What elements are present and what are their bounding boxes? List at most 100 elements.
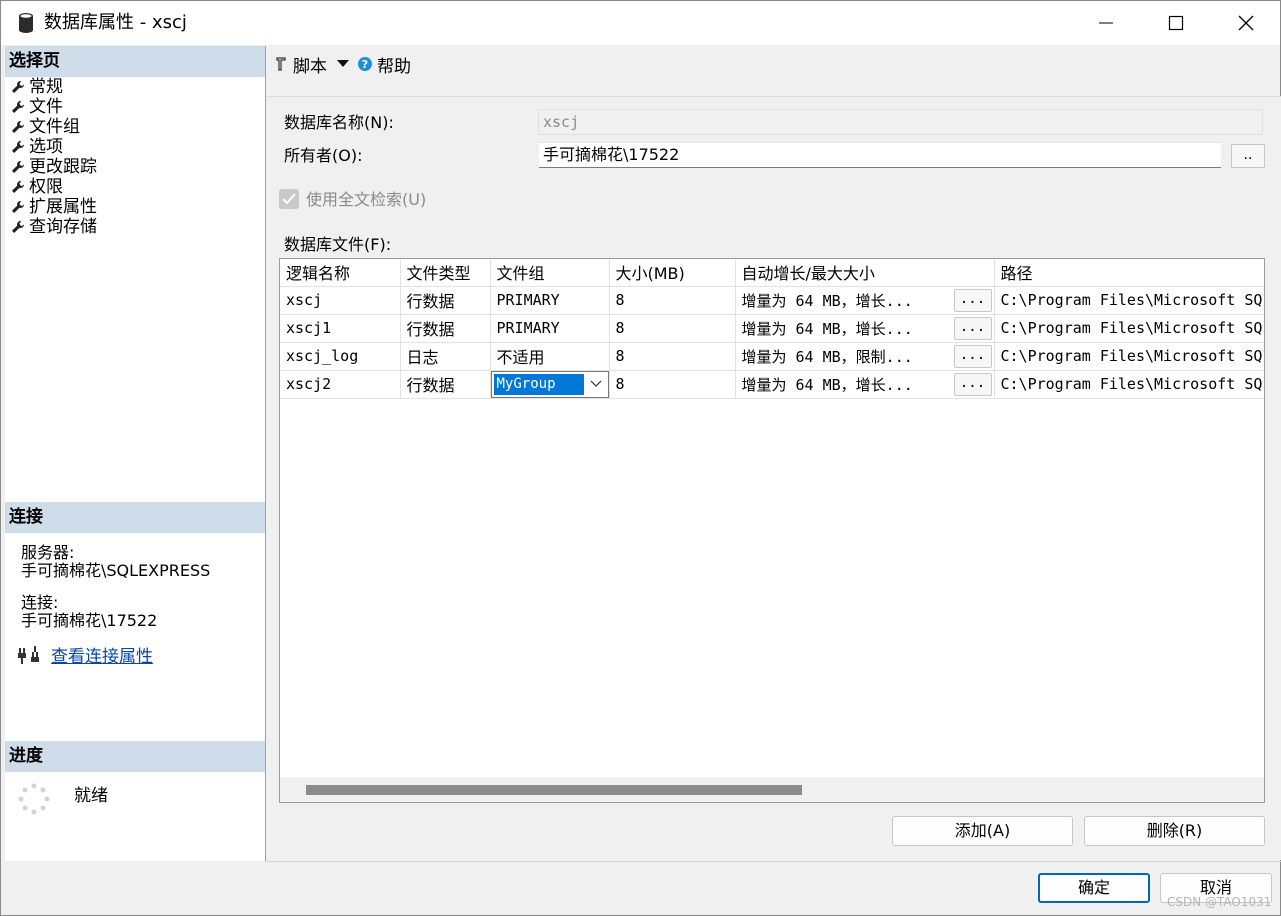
cell-logical-name[interactable]: xscj — [280, 286, 401, 315]
cell-filegroup[interactable]: PRIMARY — [490, 286, 610, 315]
cell-autogrowth: 增量为 64 MB，增长...... — [735, 370, 995, 399]
fulltext-label: 使用全文检索(U) — [306, 190, 427, 209]
wrench-icon — [12, 221, 24, 233]
cell-path[interactable]: C:\Program Files\Microsoft SQ — [994, 286, 1264, 315]
column-header-size[interactable]: 大小(MB) — [609, 259, 736, 287]
cell-path[interactable]: C:\Program Files\Microsoft SQ — [994, 342, 1264, 371]
owner-browse-button[interactable]: .. — [1231, 144, 1265, 168]
connection-info: 连接: 手可摘棉花\17522 — [21, 594, 157, 630]
page-item-filegroups[interactable]: 文件组 — [5, 117, 265, 137]
page-item-change-tracking[interactable]: 更改跟踪 — [5, 157, 265, 177]
column-header-logical-name[interactable]: 逻辑名称 — [280, 259, 401, 287]
cell-size[interactable]: 8 — [609, 342, 736, 371]
table-row[interactable]: xscj1 行数据 PRIMARY 8 增量为 64 MB，增长...... C… — [280, 314, 1264, 343]
cell-logical-name[interactable]: xscj2 — [280, 370, 401, 399]
page-item-label: 常规 — [29, 77, 63, 97]
cell-autogrowth: 增量为 64 MB，限制...... — [735, 342, 995, 371]
help-button[interactable]: ? 帮助 — [357, 52, 411, 77]
wrench-icon — [12, 181, 24, 193]
cell-filegroup[interactable]: PRIMARY — [490, 314, 610, 343]
cell-path[interactable]: C:\Program Files\Microsoft SQ — [994, 314, 1264, 343]
close-button[interactable] — [1211, 1, 1281, 45]
wrench-icon — [12, 121, 24, 133]
autogrowth-edit-button[interactable]: ... — [953, 344, 992, 368]
wrench-icon — [12, 201, 24, 213]
cell-size[interactable]: 8 — [609, 370, 736, 399]
script-label: 脚本 — [293, 56, 327, 77]
wrench-icon — [12, 81, 24, 93]
script-button[interactable]: 脚本 — [273, 52, 349, 77]
maximize-button[interactable] — [1141, 1, 1211, 45]
filegroup-selected-value: MyGroup — [493, 373, 584, 395]
page-item-label: 查询存储 — [29, 217, 97, 237]
cell-size[interactable]: 8 — [609, 314, 736, 343]
help-label: 帮助 — [377, 56, 411, 77]
filegroup-dropdown[interactable]: MyGroup — [490, 370, 608, 397]
cell-file-type: 日志 — [400, 342, 491, 371]
scrollbar-thumb[interactable] — [306, 785, 802, 795]
maximize-icon — [1168, 15, 1184, 31]
title-bar: 数据库属性 - xscj — [1, 1, 1280, 45]
ok-button[interactable]: 确定 — [1038, 873, 1150, 903]
view-connection-properties-link[interactable]: 查看连接属性 — [51, 642, 153, 667]
cell-logical-name[interactable]: xscj_log — [280, 342, 401, 371]
left-pane: 选择页 常规 文件 文件组 选项 更改跟踪 权限 扩展属性 查询存储 连接 服务… — [5, 46, 265, 861]
chevron-down-icon — [590, 380, 601, 387]
page-list: 常规 文件 文件组 选项 更改跟踪 权限 扩展属性 查询存储 — [5, 77, 265, 237]
minimize-icon — [1099, 22, 1113, 24]
cell-file-type: 行数据 — [400, 370, 491, 399]
cell-size[interactable]: 8 — [609, 286, 736, 315]
cell-logical-name[interactable]: xscj1 — [280, 314, 401, 343]
autogrowth-edit-button[interactable]: ... — [953, 288, 992, 312]
horizontal-scrollbar[interactable] — [280, 777, 1264, 802]
minimize-button[interactable] — [1071, 1, 1141, 45]
close-icon — [1238, 15, 1254, 31]
connection-value: 手可摘棉花\17522 — [21, 611, 158, 630]
help-icon: ? — [358, 57, 372, 71]
cell-autogrowth: 增量为 64 MB，增长...... — [735, 286, 995, 315]
autogrowth-text: 增量为 64 MB，增长... — [741, 319, 913, 338]
table-row[interactable]: xscj_log 日志 不适用 8 增量为 64 MB，限制...... C:\… — [280, 342, 1264, 371]
owner-input[interactable]: 手可摘棉花\17522 — [539, 142, 1221, 168]
checkmark-icon — [282, 193, 296, 205]
remove-button[interactable]: 删除(R) — [1084, 816, 1265, 846]
progress-header: 进度 — [5, 741, 265, 772]
dropdown-arrow-icon — [337, 60, 349, 67]
db-name-label: 数据库名称(N): — [284, 113, 394, 132]
footer-divider — [266, 861, 1281, 862]
page-item-label: 选项 — [29, 137, 63, 157]
select-page-header: 选择页 — [5, 46, 265, 77]
connection-plug-icon — [18, 645, 39, 664]
table-row[interactable]: xscj2 行数据 MyGroup 8 增量为 64 MB，增长...... C… — [280, 370, 1264, 399]
autogrowth-text: 增量为 64 MB，限制... — [741, 347, 913, 366]
column-header-path[interactable]: 路径 — [994, 259, 1264, 287]
database-files-grid[interactable]: 逻辑名称 文件类型 文件组 大小(MB) 自动增长/最大大小 路径 xscj 行… — [279, 258, 1265, 803]
fulltext-checkbox[interactable] — [279, 189, 299, 209]
page-item-extended-properties[interactable]: 扩展属性 — [5, 197, 265, 217]
page-item-permissions[interactable]: 权限 — [5, 177, 265, 197]
table-row[interactable]: xscj 行数据 PRIMARY 8 增量为 64 MB，增长...... C:… — [280, 286, 1264, 315]
autogrowth-edit-button[interactable]: ... — [953, 372, 992, 396]
column-header-autogrowth[interactable]: 自动增长/最大大小 — [735, 259, 995, 287]
window-title: 数据库属性 - xscj — [44, 12, 187, 33]
table-header-row: 逻辑名称 文件类型 文件组 大小(MB) 自动增长/最大大小 路径 — [280, 259, 1264, 287]
db-files-label: 数据库文件(F): — [284, 235, 392, 254]
page-item-query-store[interactable]: 查询存储 — [5, 217, 265, 237]
cell-file-type: 行数据 — [400, 314, 491, 343]
autogrowth-edit-button[interactable]: ... — [953, 316, 992, 340]
page-item-general[interactable]: 常规 — [5, 77, 265, 97]
add-button[interactable]: 添加(A) — [892, 816, 1073, 846]
cell-path[interactable]: C:\Program Files\Microsoft SQ — [994, 370, 1264, 399]
page-item-files[interactable]: 文件 — [5, 97, 265, 117]
cell-file-type: 行数据 — [400, 286, 491, 315]
connection-header: 连接 — [5, 502, 265, 533]
server-info: 服务器: 手可摘棉花\SQLEXPRESS — [21, 544, 210, 580]
page-item-options[interactable]: 选项 — [5, 137, 265, 157]
database-properties-window: 数据库属性 - xscj 选择页 常规 文件 文件组 选项 更改跟踪 权限 扩展… — [0, 0, 1281, 916]
db-name-field: xscj — [538, 109, 1263, 135]
column-header-file-type[interactable]: 文件类型 — [400, 259, 491, 287]
wrench-icon — [12, 161, 24, 173]
column-header-filegroup[interactable]: 文件组 — [490, 259, 610, 287]
database-icon — [19, 13, 33, 33]
script-icon — [276, 57, 286, 71]
